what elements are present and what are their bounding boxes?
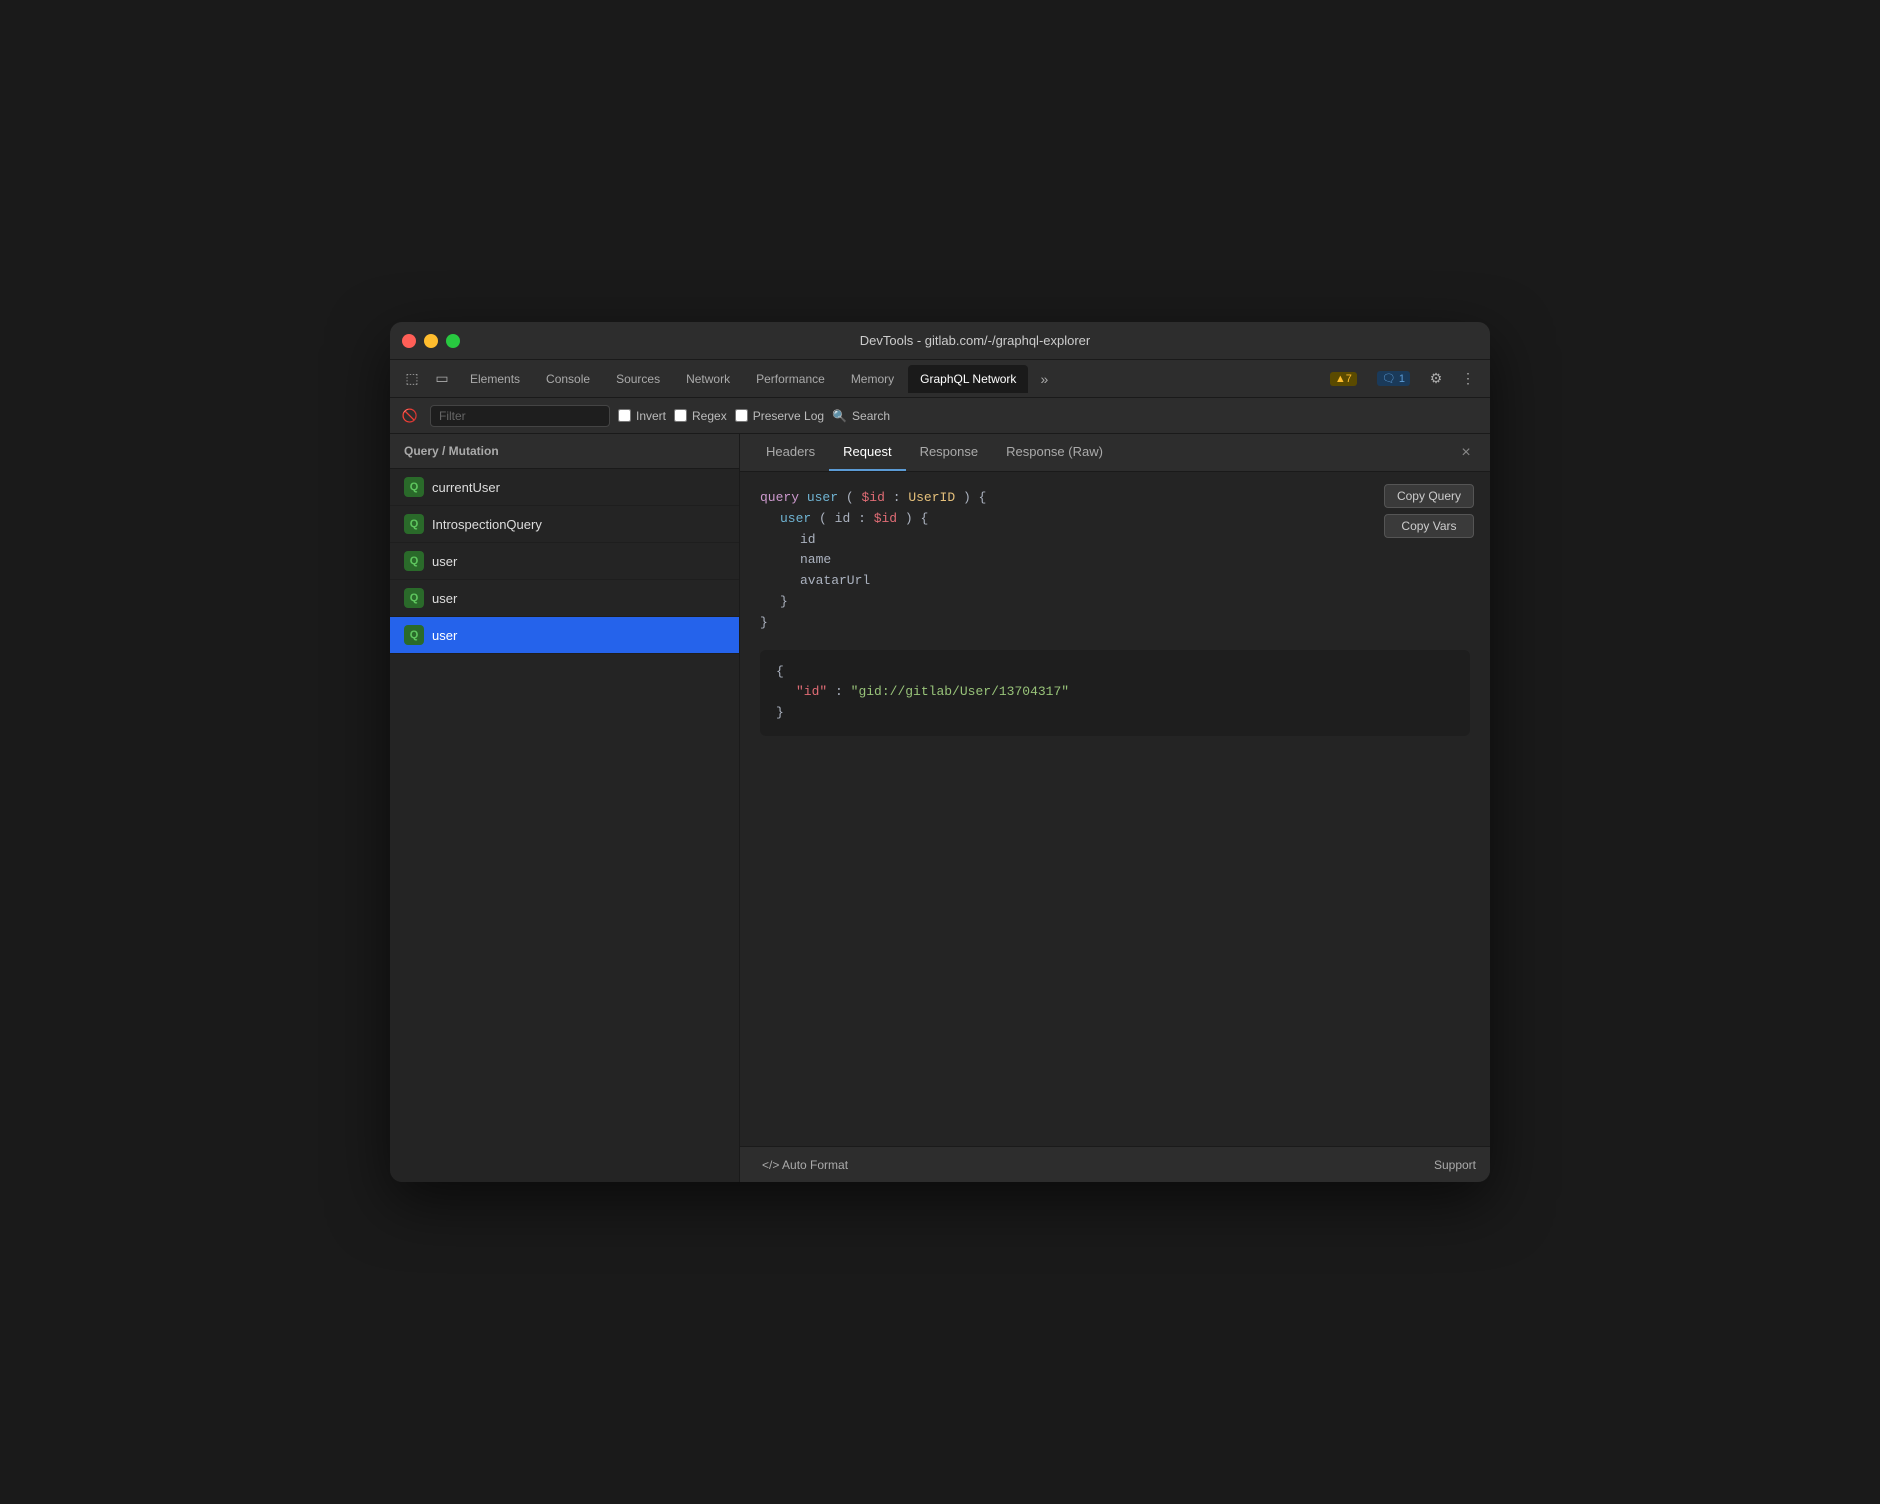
console-badge: 🗨 1 <box>1377 371 1410 386</box>
auto-format-button[interactable]: </> Auto Format <box>754 1154 856 1176</box>
titlebar: DevTools - gitlab.com/-/graphql-explorer <box>390 322 1490 360</box>
invert-checkbox-label[interactable]: Invert <box>618 409 666 423</box>
regex-checkbox[interactable] <box>674 409 687 422</box>
filter-bar: 🚫 Invert Regex Preserve Log 🔍 Search <box>390 398 1490 434</box>
tab-elements[interactable]: Elements <box>458 365 532 393</box>
query-badge-5: Q <box>404 625 424 645</box>
maximize-button[interactable] <box>446 334 460 348</box>
tabs-bar: ⬚ ▭ Elements Console Sources Network Per… <box>390 360 1490 398</box>
vars-close-brace: } <box>776 703 1454 724</box>
inspect-element-icon[interactable]: ⬚ <box>398 365 426 393</box>
sidebar-item-currentuser[interactable]: Q currentUser <box>390 469 739 506</box>
sidebar-list: Q currentUser Q IntrospectionQuery Q use… <box>390 469 739 1182</box>
preserve-log-checkbox[interactable] <box>735 409 748 422</box>
tab-response[interactable]: Response <box>906 434 993 471</box>
console-messages-button[interactable]: 🗨 1 <box>1369 369 1418 388</box>
copy-vars-button[interactable]: Copy Vars <box>1384 514 1474 538</box>
filter-input[interactable] <box>430 405 610 427</box>
sidebar-item-label-5: user <box>432 628 457 643</box>
close-detail-button[interactable]: × <box>1454 441 1478 465</box>
field-name: name <box>800 552 831 567</box>
invert-checkbox[interactable] <box>618 409 631 422</box>
close-button[interactable] <box>402 334 416 348</box>
vars-id-line: "id" : "gid://gitlab/User/13704317" <box>776 682 1454 703</box>
tabs-right: ▲7 🗨 1 ⚙ ⋮ <box>1322 365 1482 393</box>
query-line-field3: avatarUrl <box>760 571 1470 592</box>
param-id: $id <box>861 490 884 505</box>
copy-buttons: Copy Query Copy Vars <box>1384 484 1474 538</box>
query-line-1: query user ( $id : UserID ) { <box>760 488 1470 509</box>
sidebar-item-label-4: user <box>432 591 457 606</box>
copy-query-button[interactable]: Copy Query <box>1384 484 1474 508</box>
query-line-close2: } <box>760 613 1470 634</box>
sidebar-item-user-1[interactable]: Q user <box>390 543 739 580</box>
bottom-bar: </> Auto Format Support <box>740 1146 1490 1182</box>
sidebar: Query / Mutation Q currentUser Q Introsp… <box>390 434 740 1182</box>
tab-headers[interactable]: Headers <box>752 434 829 471</box>
more-tabs-icon[interactable]: » <box>1030 365 1058 393</box>
keyword-query: query <box>760 490 799 505</box>
sidebar-item-introspectionquery[interactable]: Q IntrospectionQuery <box>390 506 739 543</box>
preserve-log-checkbox-label[interactable]: Preserve Log <box>735 409 824 423</box>
code-area: Copy Query Copy Vars query user ( $id : … <box>740 472 1490 1146</box>
query-badge-3: Q <box>404 551 424 571</box>
sidebar-item-label-1: currentUser <box>432 480 500 495</box>
query-block: query user ( $id : UserID ) { user ( id … <box>760 488 1470 634</box>
regex-checkbox-label[interactable]: Regex <box>674 409 727 423</box>
query-badge-4: Q <box>404 588 424 608</box>
tab-performance[interactable]: Performance <box>744 365 837 393</box>
sidebar-item-label-2: IntrospectionQuery <box>432 517 542 532</box>
search-icon: 🔍 <box>832 409 847 423</box>
warnings-badge: ▲7 <box>1330 372 1357 386</box>
vars-block: { "id" : "gid://gitlab/User/13704317" } <box>760 650 1470 736</box>
type-userid: UserID <box>908 490 955 505</box>
sidebar-item-user-2[interactable]: Q user <box>390 580 739 617</box>
query-line-field1: id <box>760 530 1470 551</box>
detail-panel: Headers Request Response Response (Raw) … <box>740 434 1490 1182</box>
field-id: id <box>800 532 816 547</box>
warnings-button[interactable]: ▲7 <box>1322 370 1365 388</box>
filter-input-wrap <box>430 405 610 427</box>
func-user: user <box>780 511 811 526</box>
sidebar-header: Query / Mutation <box>390 434 739 469</box>
search-label[interactable]: 🔍 Search <box>832 409 890 423</box>
tab-response-raw[interactable]: Response (Raw) <box>992 434 1117 471</box>
field-avatarurl: avatarUrl <box>800 573 870 588</box>
device-toolbar-icon[interactable]: ▭ <box>428 365 456 393</box>
query-line-2: user ( id : $id ) { <box>760 509 1470 530</box>
sidebar-item-label-3: user <box>432 554 457 569</box>
query-line-field2: name <box>760 550 1470 571</box>
query-badge-1: Q <box>404 477 424 497</box>
query-line-close1: } <box>760 592 1470 613</box>
query-badge-2: Q <box>404 514 424 534</box>
tab-graphql-network[interactable]: GraphQL Network <box>908 365 1028 393</box>
sub-tabs: Headers Request Response Response (Raw) … <box>740 434 1490 472</box>
window-title: DevTools - gitlab.com/-/graphql-explorer <box>472 333 1478 348</box>
minimize-button[interactable] <box>424 334 438 348</box>
main-content: Query / Mutation Q currentUser Q Introsp… <box>390 434 1490 1182</box>
settings-icon[interactable]: ⚙ <box>1422 365 1450 393</box>
func-name: user <box>807 490 838 505</box>
vars-key: "id" <box>796 684 827 699</box>
support-link[interactable]: Support <box>1434 1158 1476 1172</box>
tab-request[interactable]: Request <box>829 434 905 471</box>
tab-network[interactable]: Network <box>674 365 742 393</box>
vars-value: "gid://gitlab/User/13704317" <box>851 684 1069 699</box>
arg-id-key: id <box>835 511 851 526</box>
vars-open-brace: { <box>776 662 1454 683</box>
devtools-window: DevTools - gitlab.com/-/graphql-explorer… <box>390 322 1490 1182</box>
tab-console[interactable]: Console <box>534 365 602 393</box>
sidebar-item-user-3[interactable]: Q user <box>390 617 739 654</box>
arg-id-val: $id <box>874 511 897 526</box>
filter-icon[interactable]: 🚫 <box>398 404 422 428</box>
traffic-lights <box>402 334 460 348</box>
tab-sources[interactable]: Sources <box>604 365 672 393</box>
more-options-icon[interactable]: ⋮ <box>1454 365 1482 393</box>
tab-memory[interactable]: Memory <box>839 365 906 393</box>
